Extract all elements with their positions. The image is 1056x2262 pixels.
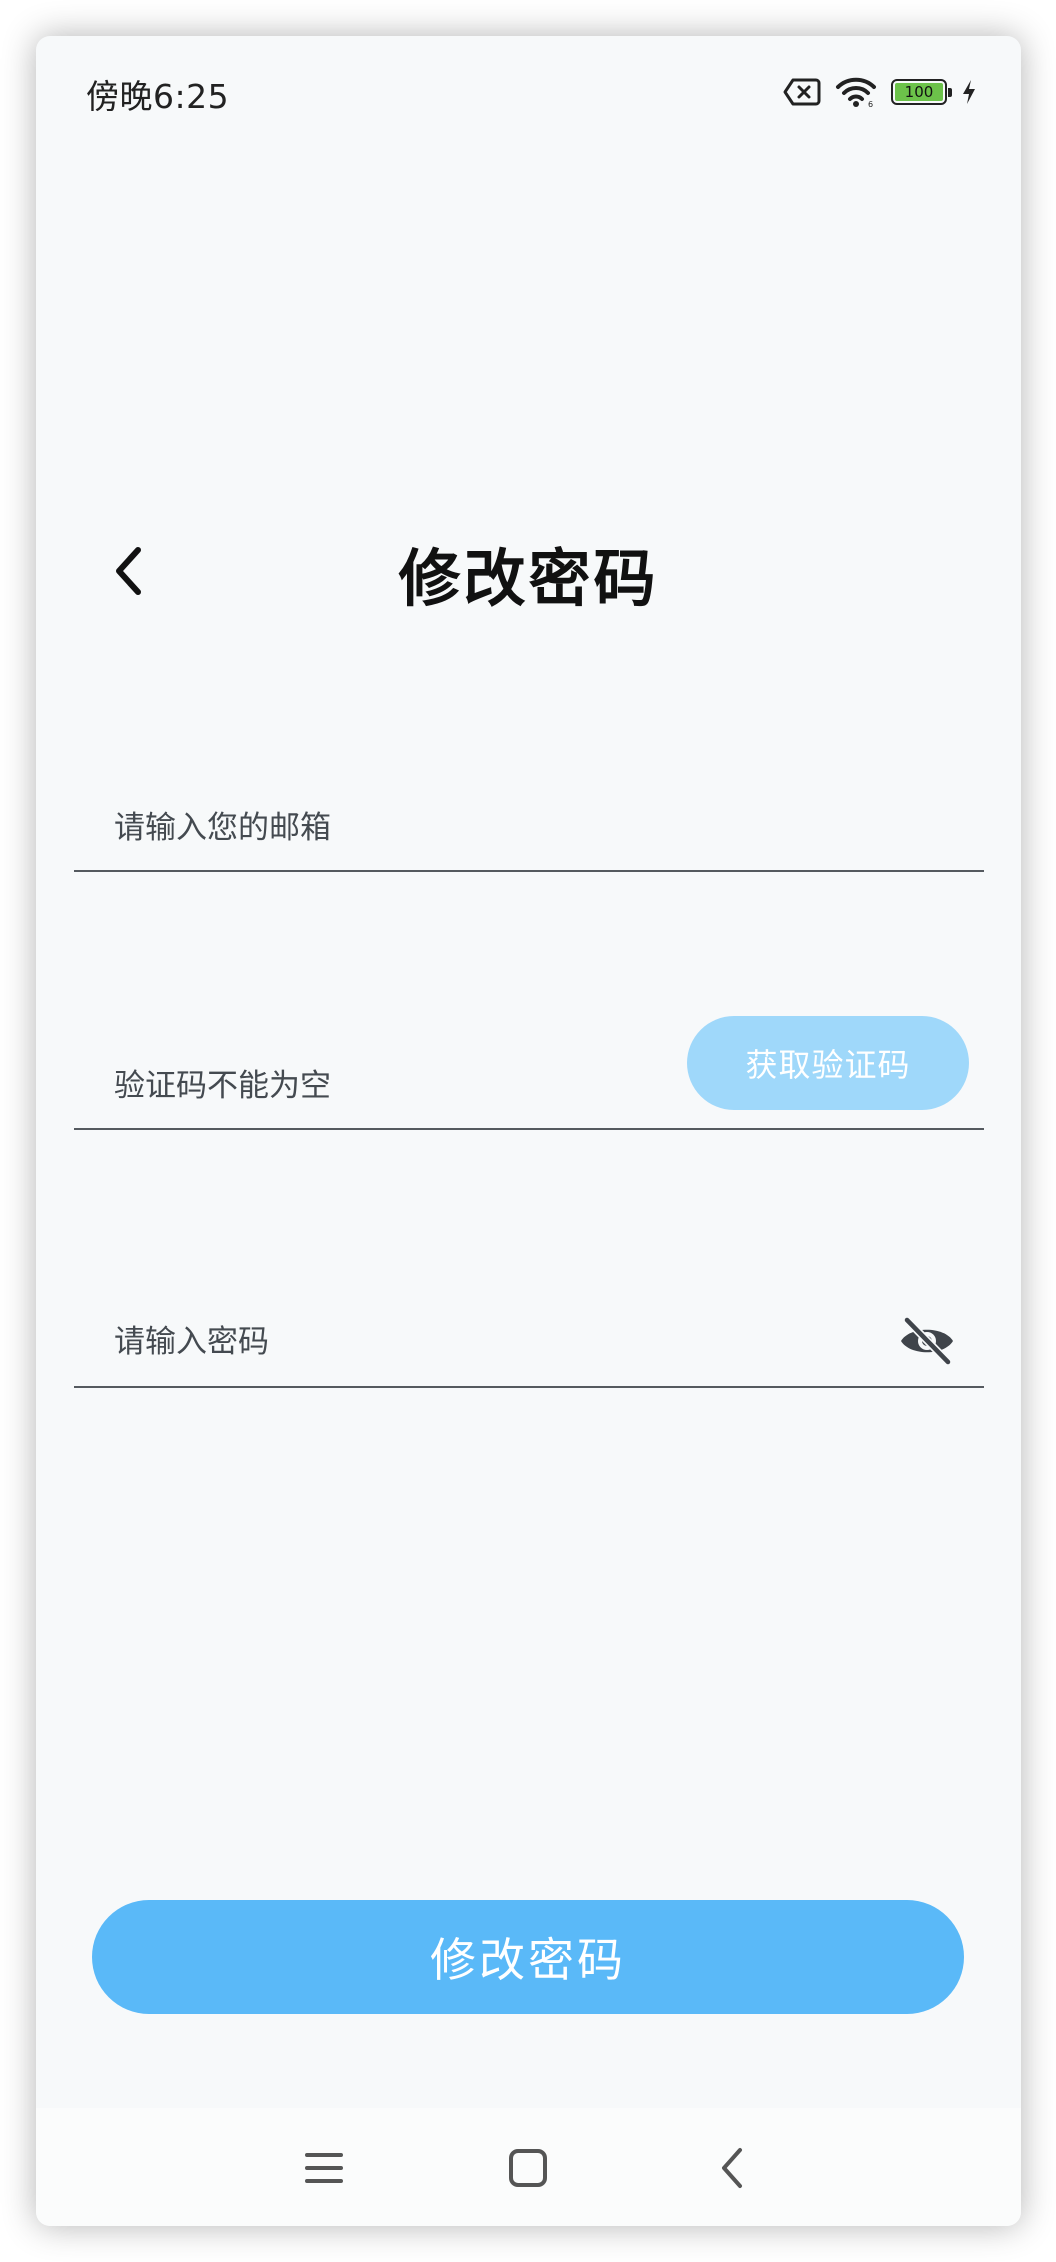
status-time: 傍晚6:25 bbox=[86, 77, 230, 116]
menu-icon bbox=[305, 2153, 343, 2183]
eye-off-icon[interactable] bbox=[898, 1316, 956, 1366]
wifi-icon: 6 bbox=[836, 77, 876, 108]
get-code-button[interactable]: 获取验证码 bbox=[687, 1016, 969, 1110]
page-title: 修改密码 bbox=[398, 542, 659, 615]
battery-level: 100 bbox=[895, 83, 943, 101]
back-icon bbox=[722, 2148, 742, 2188]
code-field: 获取验证码 bbox=[74, 1016, 984, 1130]
home-icon bbox=[509, 2149, 547, 2187]
password-input[interactable] bbox=[114, 1320, 674, 1364]
verification-code-input[interactable] bbox=[114, 1064, 674, 1108]
password-field bbox=[74, 1272, 984, 1388]
home-button[interactable] bbox=[498, 2138, 558, 2198]
nav-back-button[interactable] bbox=[702, 2138, 762, 2198]
sim-error-icon bbox=[783, 78, 821, 106]
email-field bbox=[74, 756, 984, 872]
status-icons: 6 100 bbox=[783, 74, 977, 110]
menu-button[interactable] bbox=[294, 2138, 354, 2198]
navigation-bar bbox=[36, 2108, 1021, 2226]
submit-button[interactable]: 修改密码 bbox=[92, 1900, 964, 2014]
email-input[interactable] bbox=[114, 806, 674, 850]
charging-icon bbox=[963, 80, 975, 104]
battery-icon: 100 bbox=[891, 79, 952, 105]
svg-text:6: 6 bbox=[868, 100, 873, 108]
phone-screen: 傍晚6:25 6 100 修改密码 获取验证码 bbox=[36, 36, 1021, 2226]
